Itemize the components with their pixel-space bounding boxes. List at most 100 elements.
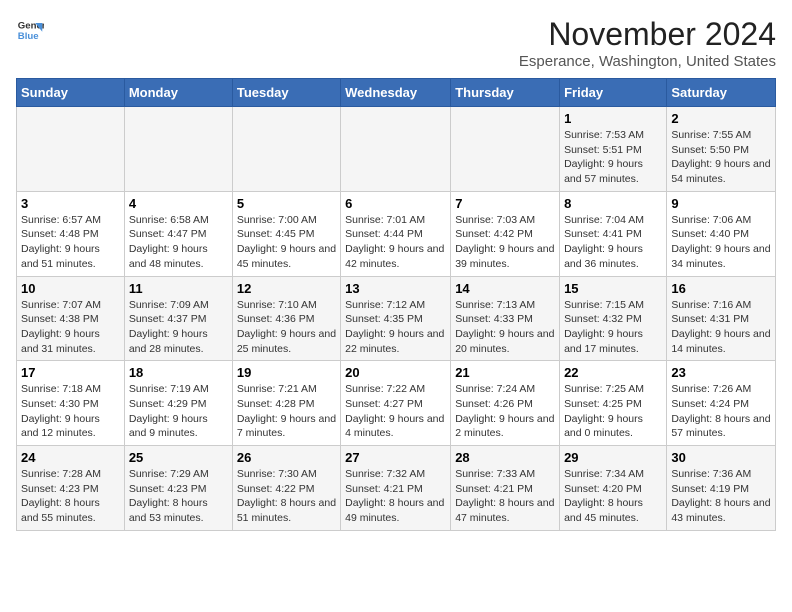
day-number: 20 bbox=[345, 365, 446, 380]
day-number: 17 bbox=[21, 365, 120, 380]
week-row-3: 10 Sunrise: 7:07 AM Sunset: 4:38 PM Dayli… bbox=[17, 276, 776, 361]
day-number: 10 bbox=[21, 281, 120, 296]
cell-w2-d2: 4 Sunrise: 6:58 AM Sunset: 4:47 PM Daylig… bbox=[124, 191, 232, 276]
day-info: Sunrise: 7:26 AM Sunset: 4:24 PM Dayligh… bbox=[671, 382, 771, 441]
day-number: 4 bbox=[129, 196, 228, 211]
cell-w2-d4: 6 Sunrise: 7:01 AM Sunset: 4:44 PM Daylig… bbox=[341, 191, 451, 276]
day-number: 13 bbox=[345, 281, 446, 296]
col-sunday: Sunday bbox=[17, 79, 125, 107]
day-info: Sunrise: 7:22 AM Sunset: 4:27 PM Dayligh… bbox=[345, 382, 446, 441]
day-number: 25 bbox=[129, 450, 228, 465]
cell-w2-d3: 5 Sunrise: 7:00 AM Sunset: 4:45 PM Daylig… bbox=[232, 191, 340, 276]
cell-w3-d1: 10 Sunrise: 7:07 AM Sunset: 4:38 PM Dayli… bbox=[17, 276, 125, 361]
day-info: Sunrise: 7:33 AM Sunset: 4:21 PM Dayligh… bbox=[455, 467, 555, 526]
cell-w1-d5 bbox=[451, 107, 560, 192]
day-number: 30 bbox=[671, 450, 771, 465]
cell-w4-d2: 18 Sunrise: 7:19 AM Sunset: 4:29 PM Dayli… bbox=[124, 361, 232, 446]
day-number: 29 bbox=[564, 450, 662, 465]
col-wednesday: Wednesday bbox=[341, 79, 451, 107]
cell-w5-d2: 25 Sunrise: 7:29 AM Sunset: 4:23 PM Dayli… bbox=[124, 446, 232, 531]
day-info: Sunrise: 7:01 AM Sunset: 4:44 PM Dayligh… bbox=[345, 213, 446, 272]
day-number: 18 bbox=[129, 365, 228, 380]
cell-w1-d6: 1 Sunrise: 7:53 AM Sunset: 5:51 PM Daylig… bbox=[560, 107, 667, 192]
title-area: November 2024 Esperance, Washington, Uni… bbox=[519, 16, 776, 70]
cell-w1-d1 bbox=[17, 107, 125, 192]
day-info: Sunrise: 7:24 AM Sunset: 4:26 PM Dayligh… bbox=[455, 382, 555, 441]
day-info: Sunrise: 6:58 AM Sunset: 4:47 PM Dayligh… bbox=[129, 213, 228, 272]
week-row-1: 1 Sunrise: 7:53 AM Sunset: 5:51 PM Daylig… bbox=[17, 107, 776, 192]
calendar-table: Sunday Monday Tuesday Wednesday Thursday… bbox=[16, 78, 776, 531]
week-row-2: 3Sunrise: 6:57 AM Sunset: 4:48 PM Daylig… bbox=[17, 191, 776, 276]
cell-w1-d2 bbox=[124, 107, 232, 192]
day-info: Sunrise: 7:12 AM Sunset: 4:35 PM Dayligh… bbox=[345, 298, 446, 357]
day-number: 21 bbox=[455, 365, 555, 380]
cell-w4-d7: 23 Sunrise: 7:26 AM Sunset: 4:24 PM Dayli… bbox=[667, 361, 776, 446]
day-number: 8 bbox=[564, 196, 662, 211]
day-info: Sunrise: 7:21 AM Sunset: 4:28 PM Dayligh… bbox=[237, 382, 336, 441]
cell-w2-d5: 7 Sunrise: 7:03 AM Sunset: 4:42 PM Daylig… bbox=[451, 191, 560, 276]
cell-w4-d5: 21 Sunrise: 7:24 AM Sunset: 4:26 PM Dayli… bbox=[451, 361, 560, 446]
day-number: 7 bbox=[455, 196, 555, 211]
day-info: Sunrise: 7:09 AM Sunset: 4:37 PM Dayligh… bbox=[129, 298, 228, 357]
day-number: 1 bbox=[564, 111, 662, 126]
location: Esperance, Washington, United States bbox=[519, 53, 776, 70]
day-info: Sunrise: 7:53 AM Sunset: 5:51 PM Dayligh… bbox=[564, 128, 662, 187]
cell-w3-d2: 11 Sunrise: 7:09 AM Sunset: 4:37 PM Dayli… bbox=[124, 276, 232, 361]
day-info: Sunrise: 7:16 AM Sunset: 4:31 PM Dayligh… bbox=[671, 298, 771, 357]
cell-w1-d7: 2 Sunrise: 7:55 AM Sunset: 5:50 PM Daylig… bbox=[667, 107, 776, 192]
day-info: Sunrise: 7:15 AM Sunset: 4:32 PM Dayligh… bbox=[564, 298, 662, 357]
cell-w2-d7: 9Sunrise: 7:06 AM Sunset: 4:40 PM Daylig… bbox=[667, 191, 776, 276]
month-title: November 2024 bbox=[519, 16, 776, 53]
day-info: Sunrise: 7:19 AM Sunset: 4:29 PM Dayligh… bbox=[129, 382, 228, 441]
day-info: Sunrise: 7:55 AM Sunset: 5:50 PM Dayligh… bbox=[671, 128, 771, 187]
day-number: 6 bbox=[345, 196, 446, 211]
day-info: Sunrise: 7:00 AM Sunset: 4:45 PM Dayligh… bbox=[237, 213, 336, 272]
day-number: 14 bbox=[455, 281, 555, 296]
day-info: Sunrise: 7:30 AM Sunset: 4:22 PM Dayligh… bbox=[237, 467, 336, 526]
week-row-4: 17Sunrise: 7:18 AM Sunset: 4:30 PM Dayli… bbox=[17, 361, 776, 446]
header: General Blue November 2024 Esperance, Wa… bbox=[16, 16, 776, 70]
cell-w5-d5: 28 Sunrise: 7:33 AM Sunset: 4:21 PM Dayli… bbox=[451, 446, 560, 531]
col-thursday: Thursday bbox=[451, 79, 560, 107]
day-info: Sunrise: 7:29 AM Sunset: 4:23 PM Dayligh… bbox=[129, 467, 228, 526]
cell-w3-d7: 16Sunrise: 7:16 AM Sunset: 4:31 PM Dayli… bbox=[667, 276, 776, 361]
cell-w5-d3: 26Sunrise: 7:30 AM Sunset: 4:22 PM Dayli… bbox=[232, 446, 340, 531]
cell-w5-d6: 29 Sunrise: 7:34 AM Sunset: 4:20 PM Dayli… bbox=[560, 446, 667, 531]
day-info: Sunrise: 7:10 AM Sunset: 4:36 PM Dayligh… bbox=[237, 298, 336, 357]
cell-w4-d6: 22 Sunrise: 7:25 AM Sunset: 4:25 PM Dayli… bbox=[560, 361, 667, 446]
cell-w4-d1: 17Sunrise: 7:18 AM Sunset: 4:30 PM Dayli… bbox=[17, 361, 125, 446]
cell-w3-d4: 13 Sunrise: 7:12 AM Sunset: 4:35 PM Dayli… bbox=[341, 276, 451, 361]
day-info: Sunrise: 7:07 AM Sunset: 4:38 PM Dayligh… bbox=[21, 298, 120, 357]
col-friday: Friday bbox=[560, 79, 667, 107]
cell-w1-d4 bbox=[341, 107, 451, 192]
col-saturday: Saturday bbox=[667, 79, 776, 107]
day-info: Sunrise: 7:32 AM Sunset: 4:21 PM Dayligh… bbox=[345, 467, 446, 526]
svg-text:Blue: Blue bbox=[18, 31, 39, 42]
day-info: Sunrise: 7:34 AM Sunset: 4:20 PM Dayligh… bbox=[564, 467, 662, 526]
day-info: Sunrise: 7:25 AM Sunset: 4:25 PM Dayligh… bbox=[564, 382, 662, 441]
logo: General Blue bbox=[16, 16, 44, 44]
day-number: 5 bbox=[237, 196, 336, 211]
cell-w5-d4: 27 Sunrise: 7:32 AM Sunset: 4:21 PM Dayli… bbox=[341, 446, 451, 531]
cell-w1-d3 bbox=[232, 107, 340, 192]
day-info: Sunrise: 7:04 AM Sunset: 4:41 PM Dayligh… bbox=[564, 213, 662, 272]
cell-w3-d6: 15Sunrise: 7:15 AM Sunset: 4:32 PM Dayli… bbox=[560, 276, 667, 361]
calendar-header-row: Sunday Monday Tuesday Wednesday Thursday… bbox=[17, 79, 776, 107]
day-number: 11 bbox=[129, 281, 228, 296]
day-number: 2 bbox=[671, 111, 771, 126]
day-number: 28 bbox=[455, 450, 555, 465]
day-info: Sunrise: 7:28 AM Sunset: 4:23 PM Dayligh… bbox=[21, 467, 120, 526]
cell-w4-d3: 19 Sunrise: 7:21 AM Sunset: 4:28 PM Dayli… bbox=[232, 361, 340, 446]
day-number: 19 bbox=[237, 365, 336, 380]
cell-w2-d1: 3Sunrise: 6:57 AM Sunset: 4:48 PM Daylig… bbox=[17, 191, 125, 276]
day-number: 24 bbox=[21, 450, 120, 465]
day-info: Sunrise: 7:13 AM Sunset: 4:33 PM Dayligh… bbox=[455, 298, 555, 357]
day-info: Sunrise: 7:03 AM Sunset: 4:42 PM Dayligh… bbox=[455, 213, 555, 272]
day-number: 27 bbox=[345, 450, 446, 465]
col-tuesday: Tuesday bbox=[232, 79, 340, 107]
cell-w2-d6: 8 Sunrise: 7:04 AM Sunset: 4:41 PM Daylig… bbox=[560, 191, 667, 276]
day-number: 9 bbox=[671, 196, 771, 211]
cell-w5-d1: 24 Sunrise: 7:28 AM Sunset: 4:23 PM Dayli… bbox=[17, 446, 125, 531]
day-number: 22 bbox=[564, 365, 662, 380]
day-number: 23 bbox=[671, 365, 771, 380]
